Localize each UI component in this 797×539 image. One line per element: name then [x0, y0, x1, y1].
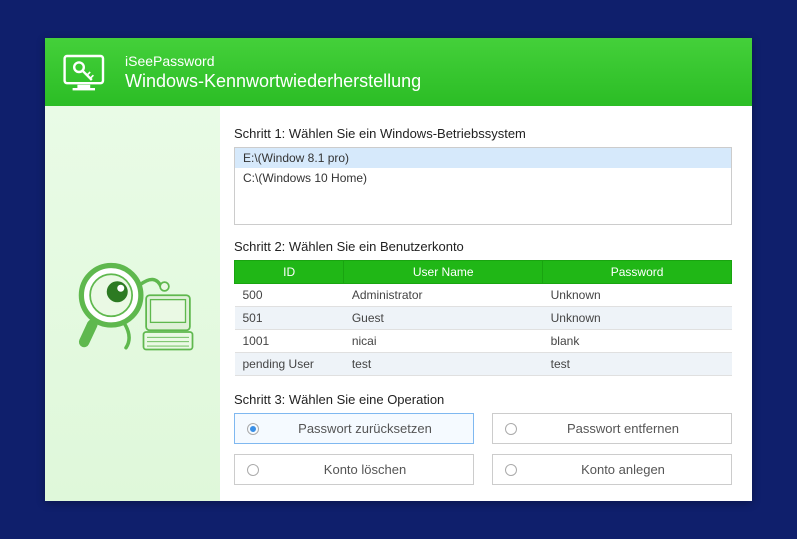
os-list[interactable]: E:\(Window 8.1 pro)C:\(Windows 10 Home): [234, 147, 732, 225]
operation-option[interactable]: Konto löschen: [234, 454, 474, 485]
cell-pwd: Unknown: [543, 284, 732, 307]
cell-user: Guest: [344, 307, 543, 330]
cell-pwd: test: [543, 353, 732, 376]
table-row[interactable]: 501GuestUnknown: [235, 307, 732, 330]
radio-icon: [505, 423, 517, 435]
main-content: Schritt 1: Wählen Sie ein Windows-Betrie…: [220, 106, 752, 501]
operations: Passwort zurücksetzen Passwort entfernen K…: [234, 413, 732, 485]
step1-label: Schritt 1: Wählen Sie ein Windows-Betrie…: [234, 126, 732, 141]
os-item[interactable]: C:\(Windows 10 Home): [235, 168, 731, 188]
col-id: ID: [235, 261, 344, 284]
col-user: User Name: [344, 261, 543, 284]
app-logo-icon: [63, 52, 111, 92]
operation-option[interactable]: Passwort zurücksetzen: [234, 413, 474, 444]
operation-label: Konto löschen: [269, 462, 461, 477]
cell-user: nicai: [344, 330, 543, 353]
table-row[interactable]: 1001nicaiblank: [235, 330, 732, 353]
cell-id: pending User: [235, 353, 344, 376]
table-row[interactable]: pending Usertesttest: [235, 353, 732, 376]
header-text: iSeePassword Windows-Kennwortwiederherst…: [125, 53, 421, 92]
app-title: Windows-Kennwortwiederherstellung: [125, 71, 421, 92]
brand-name: iSeePassword: [125, 53, 421, 69]
cell-id: 1001: [235, 330, 344, 353]
operation-label: Passwort zurücksetzen: [269, 421, 461, 436]
cell-id: 501: [235, 307, 344, 330]
cell-user: Administrator: [344, 284, 543, 307]
step3-label: Schritt 3: Wählen Sie eine Operation: [234, 392, 732, 407]
app-window: iSeePassword Windows-Kennwortwiederherst…: [45, 38, 752, 501]
radio-icon: [247, 423, 259, 435]
operation-option[interactable]: Konto anlegen: [492, 454, 732, 485]
cell-pwd: blank: [543, 330, 732, 353]
operation-label: Konto anlegen: [527, 462, 719, 477]
table-row[interactable]: 500AdministratorUnknown: [235, 284, 732, 307]
radio-icon: [505, 464, 517, 476]
cell-id: 500: [235, 284, 344, 307]
step2-label: Schritt 2: Wählen Sie ein Benutzerkonto: [234, 239, 732, 254]
sidebar: [45, 106, 220, 501]
radio-icon: [247, 464, 259, 476]
col-password: Password: [543, 261, 732, 284]
cell-user: test: [344, 353, 543, 376]
app-body: Schritt 1: Wählen Sie ein Windows-Betrie…: [45, 106, 752, 501]
accounts-table: ID User Name Password 500AdministratorUn…: [234, 260, 732, 376]
operation-option[interactable]: Passwort entfernen: [492, 413, 732, 444]
cell-pwd: Unknown: [543, 307, 732, 330]
operation-label: Passwort entfernen: [527, 421, 719, 436]
os-item[interactable]: E:\(Window 8.1 pro): [235, 148, 731, 168]
app-header: iSeePassword Windows-Kennwortwiederherst…: [45, 38, 752, 106]
mascot-icon: [63, 234, 203, 374]
